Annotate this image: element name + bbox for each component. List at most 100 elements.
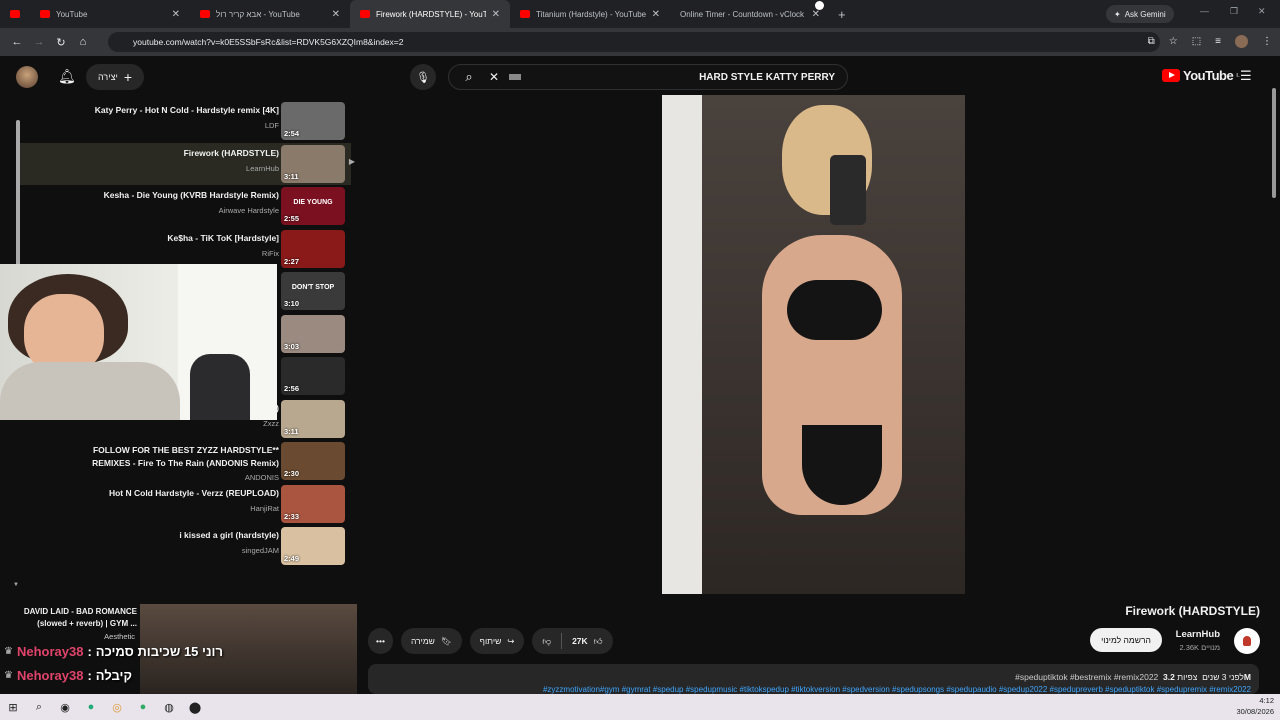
more-actions-button[interactable]: ••• (368, 628, 393, 654)
bookmark-icon: 🔖︎ (440, 635, 452, 646)
hamburger-menu-icon[interactable]: ☰ (1240, 68, 1252, 84)
channel-avatar[interactable] (1234, 628, 1260, 654)
bell-icon[interactable]: 🔔︎ (58, 68, 76, 85)
browser-tab[interactable]: Firework (HARDSTYLE) - YouTube ✕ (350, 0, 510, 28)
subscriber-count: 2.36K מנויים (1179, 643, 1220, 652)
home-icon[interactable]: ⌂ (72, 36, 94, 48)
playlist-thumbnail[interactable]: 2:27 (281, 229, 345, 268)
tab-label: אבא קריר רול - YouTube (216, 9, 300, 19)
toolbar-icons: ⧉ ☆ ⬚ ≡ ⋮ (1148, 35, 1272, 48)
close-tab-icon[interactable]: ✕ (652, 9, 660, 20)
youtube-icon (40, 10, 50, 18)
playlist-thumbnail[interactable]: 3:11 (281, 144, 345, 183)
address-toolbar: ← → ↻ ⌂ youtube.com/watch?v=k0E5SSbFsRc&… (0, 28, 1280, 56)
bookmark-star-icon[interactable]: ☆ (1169, 36, 1178, 47)
page-scrollbar[interactable] (1270, 80, 1278, 200)
video-player[interactable] (662, 95, 965, 594)
masthead: 🔔︎ יצירה + 🎙︎ ⌕ ✕ HARD STYLE KATTY PERRY … (0, 56, 1280, 96)
playlist-item-title: Hot N Cold Hardstyle - Verzz (REUPLOAD) (108, 487, 279, 498)
url-field[interactable]: youtube.com/watch?v=k0E5SSbFsRc&list=RDV… (108, 32, 1160, 52)
browser-tab[interactable]: Online Timer - Countdown - vClock ✕ (670, 0, 830, 28)
scroll-down-icon[interactable]: ▼ (13, 582, 19, 588)
keyboard-icon[interactable] (509, 74, 521, 80)
forward-icon[interactable]: → (28, 36, 50, 48)
playlist-item[interactable]: Katy Perry - Hot N Cold - Hardstyle remi… (20, 100, 351, 142)
playlist-item-channel: Airwave Hardstyle (218, 206, 279, 215)
create-button[interactable]: יצירה + (86, 64, 144, 90)
mic-icon[interactable]: 🎙︎ (410, 64, 436, 90)
share-button[interactable]: שיתוף ↪ (469, 628, 525, 654)
obs-icon[interactable]: ◍ (156, 694, 182, 720)
start-icon[interactable]: ⊞ (0, 694, 26, 720)
playlist-thumbnail[interactable]: DON'T STOP 3:10 (281, 272, 345, 310)
description-hashtags[interactable]: #zyzzmotivation#gym #gymrat #spedup #spe… (543, 685, 1251, 694)
extensions-icon[interactable]: ⬚ (1192, 36, 1201, 47)
record-icon[interactable]: ⬤ (182, 694, 208, 720)
search-input[interactable]: HARD STYLE KATTY PERRY (531, 72, 847, 83)
playlist-item-title: Kesha - Die Young (KVRB Hardstyle Remix) (103, 190, 279, 200)
maximize-button[interactable]: ❐ (1230, 6, 1238, 17)
install-app-icon[interactable]: ⧉ (1148, 36, 1155, 47)
search-icon[interactable]: ⌕ (449, 69, 489, 85)
description-box[interactable]: #speduptiktok #bestremix #remix2022 לפני… (368, 664, 1259, 694)
steam-icon[interactable]: ◉ (52, 694, 78, 720)
scroll-up-icon[interactable]: ▲ (13, 96, 19, 98)
playlist-thumbnail[interactable]: 2:33 (281, 484, 345, 523)
playlist-item-title: i kissed a girl (hardstyle) (179, 530, 279, 540)
chat-separator: : (87, 667, 92, 683)
playlist-thumbnail[interactable]: 2:54 (281, 102, 345, 140)
playlist-thumbnail[interactable]: 2:56 (281, 357, 345, 395)
close-tab-icon[interactable]: ✕ (492, 9, 500, 20)
media-icon[interactable]: ≡ (1215, 36, 1221, 47)
account-avatar[interactable] (16, 66, 38, 88)
subscribe-button[interactable]: הרשמה למינוי (1090, 628, 1162, 652)
plus-icon: + (123, 69, 132, 85)
like-icon: 👍︎ (593, 635, 603, 646)
search-icon[interactable]: ⌕ (26, 694, 52, 720)
playlist-item[interactable]: i kissed a girl (hardstyle) singedJAM 2:49 (20, 525, 351, 567)
close-tab-icon[interactable]: ✕ (172, 9, 180, 20)
new-tab-button[interactable]: + (830, 7, 854, 22)
browser-tab[interactable]: Titanium (Hardstyle) - YouTube ✕ (510, 0, 670, 28)
spotify-icon[interactable]: ● (130, 694, 156, 720)
close-tab-icon[interactable]: ✕ (812, 9, 820, 20)
app-icon[interactable]: ● (78, 694, 104, 720)
reload-icon[interactable]: ↻ (50, 36, 72, 49)
playlist-thumbnail[interactable]: 2:49 (281, 527, 345, 565)
youtube-logo[interactable]: YouTube IL (1162, 68, 1240, 83)
chat-text: קיבלה (95, 667, 132, 683)
back-icon[interactable]: ← (6, 36, 28, 48)
kebab-menu-icon[interactable]: ⋮ (1262, 36, 1272, 47)
playlist-thumbnail[interactable]: 3:03 (281, 314, 345, 353)
minimize-button[interactable]: — (1200, 6, 1209, 16)
playlist-item[interactable]: Kesha - Die Young (KVRB Hardstyle Remix)… (20, 185, 351, 227)
playlist-thumbnail[interactable]: 3:11 (281, 399, 345, 438)
clear-search-icon[interactable]: ✕ (489, 70, 509, 84)
sparkle-icon: ✦ (1114, 9, 1121, 19)
user-badge-icon: ♛ (4, 669, 13, 681)
profile-avatar[interactable] (1235, 35, 1248, 48)
system-clock[interactable]: 4:12 30/08/2026 (1236, 695, 1274, 717)
page-scrollbar-thumb[interactable] (1272, 88, 1276, 198)
close-window-button[interactable]: ✕ (1258, 6, 1266, 17)
browser-tab[interactable]: YouTube ✕ (30, 0, 190, 28)
playlist-thumbnail[interactable]: 2:30 (281, 442, 345, 480)
clock-icon (815, 1, 824, 10)
tab-menu[interactable] (0, 0, 30, 28)
playlist-item[interactable]: FOLLOW FOR THE BEST ZYZZ HARDSTYLE** REM… (20, 440, 351, 482)
playlist-thumbnail[interactable]: DIE YOUNG 2:55 (281, 187, 345, 225)
channel-name[interactable]: LearnHub (1176, 629, 1220, 640)
save-button[interactable]: שמירה 🔖︎ (400, 628, 462, 654)
dislike-icon[interactable]: 👎︎ (532, 636, 561, 647)
like-button[interactable]: 27K 👍︎ (562, 636, 612, 647)
playlist-item[interactable]: Hot N Cold Hardstyle - Verzz (REUPLOAD) H… (20, 483, 351, 525)
playlist-item[interactable]: Firework (HARDSTYLE) LearnHub 3:11 ▶ (20, 142, 355, 185)
chrome-icon[interactable]: ◎ (104, 694, 130, 720)
search-bar[interactable]: ⌕ ✕ HARD STYLE KATTY PERRY (448, 64, 848, 90)
ask-gemini-button[interactable]: ✦ Ask Gemini (1106, 5, 1174, 23)
recommended-title[interactable]: DAVID LAID - BAD ROMANCE (slowed + rever… (12, 606, 137, 630)
close-tab-icon[interactable]: ✕ (332, 9, 340, 20)
browser-tab[interactable]: אבא קריר רול - YouTube ✕ (190, 0, 350, 28)
youtube-icon (520, 10, 530, 18)
duration-badge: 2:49 (284, 554, 300, 563)
